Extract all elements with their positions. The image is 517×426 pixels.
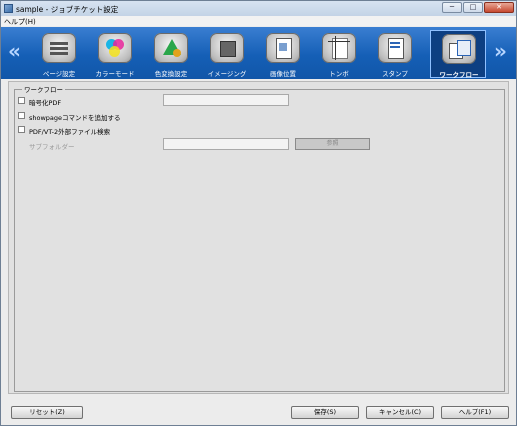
- job-ticket-window: sample - ジョブチケット設定 ─ □ ✕ ヘルプ(H) « ページ設定: [0, 0, 517, 426]
- tab-label: カラーモード: [95, 70, 135, 78]
- title-bar: sample - ジョブチケット設定 ─ □ ✕: [1, 1, 516, 17]
- tab-label: 色変換設定: [154, 70, 188, 78]
- tab-workflow[interactable]: ワークフロー: [430, 30, 486, 79]
- save-button[interactable]: 保存(S): [291, 406, 359, 419]
- tab-label: 画像位置: [270, 70, 296, 78]
- workflow-group: ワークフロー 暗号化PDF showpageコマンドを追加する PDF/VT-2…: [14, 84, 505, 392]
- subfolder-label: サブフォルダー: [29, 143, 75, 151]
- tab-color-conversion[interactable]: 色変換設定: [143, 30, 199, 78]
- tab-label: トンボ: [329, 70, 349, 78]
- scroll-right-arrow-icon[interactable]: »: [494, 41, 507, 61]
- group-title: ワークフロー: [22, 84, 65, 94]
- image-position-icon: [266, 33, 300, 63]
- window-title: sample - ジョブチケット設定: [16, 5, 119, 14]
- close-button[interactable]: ✕: [484, 2, 514, 13]
- stamp-icon: [378, 33, 412, 63]
- tab-label: ワークフロー: [439, 71, 479, 79]
- app-icon: [4, 4, 13, 13]
- tab-color-mode[interactable]: カラーモード: [87, 30, 143, 78]
- subfolder-field[interactable]: [163, 138, 289, 150]
- pdfvt-label: PDF/VT-2外部ファイル検索: [29, 128, 111, 136]
- tab-crop-marks[interactable]: トンボ: [311, 30, 367, 78]
- pdfvt-checkbox[interactable]: [18, 126, 25, 133]
- tab-label: スタンプ: [382, 70, 408, 78]
- tab-stamp[interactable]: スタンプ: [367, 30, 423, 78]
- settings-panel: ワークフロー 暗号化PDF showpageコマンドを追加する PDF/VT-2…: [8, 81, 509, 394]
- showpage-label: showpageコマンドを追加する: [29, 114, 121, 122]
- workflow-icon: [442, 34, 476, 64]
- encrypted-pdf-field[interactable]: [163, 94, 289, 106]
- maximize-button[interactable]: □: [463, 2, 483, 13]
- showpage-checkbox[interactable]: [18, 112, 25, 119]
- tab-label: イメージング: [207, 70, 247, 78]
- tab-imaging[interactable]: イメージング: [199, 30, 255, 78]
- imaging-icon: [210, 33, 244, 63]
- scroll-left-arrow-icon[interactable]: «: [8, 41, 21, 61]
- reset-button[interactable]: リセット(Z): [11, 406, 83, 419]
- color-mode-icon: [98, 33, 132, 63]
- tab-page-setup[interactable]: ページ設定: [31, 30, 87, 78]
- browse-button[interactable]: 参照: [295, 138, 370, 150]
- window-controls: ─ □ ✕: [442, 2, 514, 13]
- tab-image-position[interactable]: 画像位置: [255, 30, 311, 78]
- color-conversion-icon: [154, 33, 188, 63]
- encrypted-pdf-label: 暗号化PDF: [29, 99, 62, 107]
- menu-bar: ヘルプ(H): [1, 16, 516, 26]
- cancel-button[interactable]: キャンセル(C): [366, 406, 434, 419]
- encrypted-pdf-checkbox[interactable]: [18, 97, 25, 104]
- menu-help[interactable]: ヘルプ(H): [4, 17, 36, 27]
- crop-marks-icon: [322, 33, 356, 63]
- page-setup-icon: [42, 33, 76, 63]
- settings-toolbar: « ページ設定 カラーモード 色変換設定 イメージング 画像位置 トンボ スタン…: [1, 27, 516, 79]
- help-button[interactable]: ヘルプ(F1): [441, 406, 509, 419]
- minimize-button[interactable]: ─: [442, 2, 462, 13]
- tab-label: ページ設定: [42, 70, 76, 78]
